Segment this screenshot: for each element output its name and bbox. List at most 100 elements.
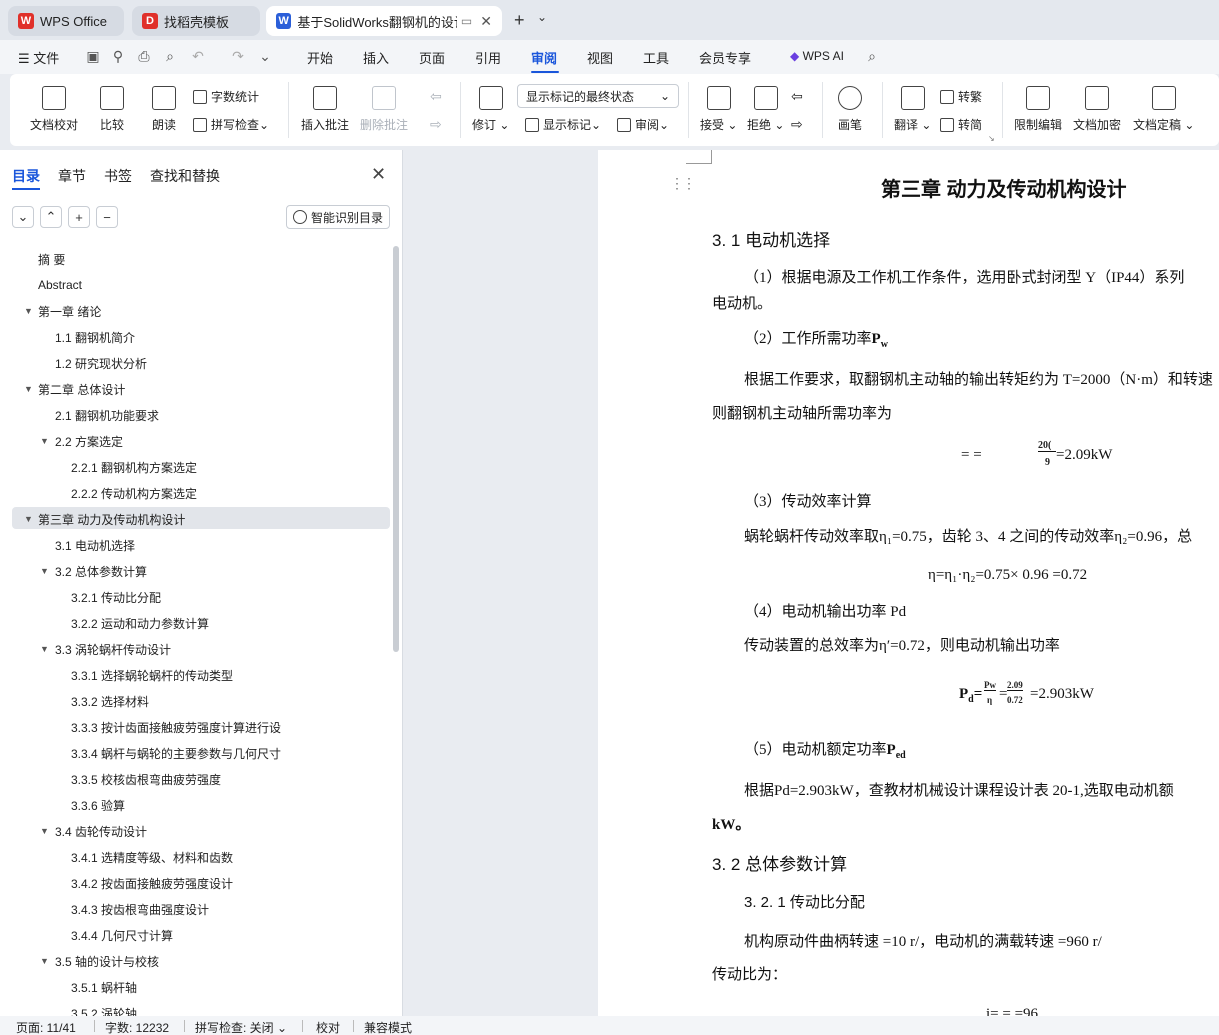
collapse-all-button[interactable]: ⌄ xyxy=(12,206,34,228)
close-panel-icon[interactable]: ✕ xyxy=(371,164,386,185)
toc-item[interactable]: 2.2.1 翻钢机构方案选定 xyxy=(0,456,390,478)
to-simplified-button[interactable]: 转简 xyxy=(940,116,982,133)
redo-icon[interactable]: ↷ xyxy=(230,48,246,64)
menu-member[interactable]: 会员专享 xyxy=(699,48,751,67)
toc-item[interactable]: ▼ 第一章 绪论 xyxy=(0,300,390,322)
next-change-icon[interactable]: ⇨ xyxy=(791,116,803,133)
revise-button[interactable]: 修订 ⌄ xyxy=(472,86,509,133)
toc-item[interactable]: ▼ 3.4 齿轮传动设计 xyxy=(0,820,390,842)
expand-arrow-icon[interactable]: ▼ xyxy=(40,436,49,446)
next-comment-icon[interactable]: ⇨ xyxy=(430,116,442,133)
menu-review[interactable]: 审阅 xyxy=(531,48,557,67)
spell-check-button[interactable]: 拼写检查 ⌄ xyxy=(193,116,269,133)
toc-item[interactable]: 3.3.4 蜗杆与蜗轮的主要参数与几何尺寸 xyxy=(0,742,390,764)
insert-comment-button[interactable]: 插入批注 xyxy=(301,86,349,133)
toc-item[interactable]: ▼ 2.2 方案选定 xyxy=(0,430,390,452)
toc-item[interactable]: 3.2.2 运动和动力参数计算 xyxy=(0,612,390,634)
markup-state-dropdown[interactable]: 显示标记的最终状态 ⌄ xyxy=(517,84,679,108)
toc-item[interactable]: 3.1 电动机选择 xyxy=(0,534,390,556)
toc-item[interactable]: 3.3.6 验算 xyxy=(0,794,390,816)
screen-icon[interactable]: ▭ xyxy=(461,14,472,28)
word-count-indicator[interactable]: 字数: 12232 xyxy=(105,1019,169,1035)
print-icon[interactable]: ⎙ xyxy=(136,48,152,64)
toc-item[interactable]: 3.4.1 选精度等级、材料和齿数 xyxy=(0,846,390,868)
toc-item[interactable]: 1.1 翻钢机简介 xyxy=(0,326,390,348)
chevron-down-icon[interactable]: ⌄ xyxy=(537,10,547,24)
toc-item[interactable]: 摘 要 xyxy=(0,248,390,270)
expand-group-icon[interactable]: ↘ xyxy=(988,134,995,143)
menu-page[interactable]: 页面 xyxy=(419,48,445,67)
wps-ai-button[interactable]: ◆ WPS AI xyxy=(790,49,844,63)
menu-file[interactable]: ☰ 文件 xyxy=(18,48,59,67)
page-indicator[interactable]: 页面: 11/41 xyxy=(16,1019,76,1035)
nav-tab-find-replace[interactable]: 查找和替换 xyxy=(150,166,220,186)
toc-item[interactable]: 1.2 研究现状分析 xyxy=(0,352,390,374)
review-pane-button[interactable]: 审阅 ⌄ xyxy=(617,116,669,133)
prev-change-icon[interactable]: ⇦ xyxy=(791,88,803,105)
tab-wps-office[interactable]: W WPS Office xyxy=(8,6,124,36)
menu-start[interactable]: 开始 xyxy=(307,48,333,67)
toc-item[interactable]: 3.5.1 蜗杆轴 xyxy=(0,976,390,998)
toc-item[interactable]: 3.3.2 选择材料 xyxy=(0,690,390,712)
compare-button[interactable]: 比较 xyxy=(100,86,124,133)
toc-scrollbar[interactable] xyxy=(393,246,399,652)
menu-references[interactable]: 引用 xyxy=(475,48,501,67)
word-count-button[interactable]: 字数统计 xyxy=(193,88,259,105)
undo-icon[interactable]: ↶ xyxy=(190,48,206,64)
translate-button[interactable]: 翻译 ⌄ xyxy=(894,86,931,133)
pen-button[interactable]: 画笔 xyxy=(838,86,862,133)
add-heading-button[interactable]: + xyxy=(68,206,90,228)
nav-tab-toc[interactable]: 目录 xyxy=(12,166,40,186)
delete-comment-button[interactable]: 删除批注 xyxy=(360,86,408,133)
document-page[interactable]: ⋮⋮ 第三章 动力及传动机构设计 3. 1 电动机选择 （1）根据电源及工作机工… xyxy=(598,150,1219,1016)
expand-arrow-icon[interactable]: ▼ xyxy=(40,956,49,966)
expand-arrow-icon[interactable]: ▼ xyxy=(40,826,49,836)
new-tab-icon[interactable]: + xyxy=(514,10,525,31)
menu-tools[interactable]: 工具 xyxy=(643,48,669,67)
toc-item[interactable]: ▼ 第三章 动力及传动机构设计 xyxy=(0,508,390,530)
remove-heading-button[interactable]: − xyxy=(96,206,118,228)
expand-arrow-icon[interactable]: ▼ xyxy=(40,566,49,576)
toc-item[interactable]: 3.2.1 传动比分配 xyxy=(0,586,390,608)
smart-toc-button[interactable]: 智能识别目录 xyxy=(286,205,390,229)
restrict-edit-button[interactable]: 限制编辑 xyxy=(1014,86,1062,133)
nav-tab-bookmarks[interactable]: 书签 xyxy=(104,166,132,186)
toc-item[interactable]: 3.4.4 几何尺寸计算 xyxy=(0,924,390,946)
expand-arrow-icon[interactable]: ▼ xyxy=(24,306,33,316)
menu-insert[interactable]: 插入 xyxy=(363,48,389,67)
encrypt-button[interactable]: 文档加密 xyxy=(1073,86,1121,133)
reject-button[interactable]: 拒绝 ⌄ xyxy=(747,86,784,133)
expand-up-button[interactable]: ⌃ xyxy=(40,206,62,228)
tab-document[interactable]: W 基于SolidWorks翻钢机的设计 ▭ ✕ xyxy=(266,6,502,36)
share-icon[interactable]: ⚲ xyxy=(110,48,126,64)
prev-comment-icon[interactable]: ⇦ xyxy=(430,88,442,105)
toc-item[interactable]: 3.3.5 校核齿根弯曲疲劳强度 xyxy=(0,768,390,790)
toc-item[interactable]: Abstract xyxy=(0,274,390,296)
accept-button[interactable]: 接受 ⌄ xyxy=(700,86,737,133)
toc-item[interactable]: ▼ 3.5 轴的设计与校核 xyxy=(0,950,390,972)
toc-item[interactable]: 3.3.1 选择蜗轮蜗杆的传动类型 xyxy=(0,664,390,686)
toc-item[interactable]: 3.3.3 按计齿面接触疲劳强度计算进行设 xyxy=(0,716,390,738)
tab-docer-templates[interactable]: D 找稻壳模板 xyxy=(132,6,260,36)
expand-arrow-icon[interactable]: ▼ xyxy=(24,514,33,524)
toc-item[interactable]: 3.4.2 按齿面接触疲劳强度设计 xyxy=(0,872,390,894)
expand-arrow-icon[interactable]: ▼ xyxy=(40,644,49,654)
finalize-button[interactable]: 文档定稿 ⌄ xyxy=(1133,86,1194,133)
save-icon[interactable]: ▣ xyxy=(85,48,101,64)
menu-view[interactable]: 视图 xyxy=(587,48,613,67)
doc-proof-button[interactable]: 文档校对 xyxy=(30,86,78,133)
toc-item[interactable]: ▼ 3.2 总体参数计算 xyxy=(0,560,390,582)
toc-item[interactable]: ▼ 3.3 涡轮蜗杆传动设计 xyxy=(0,638,390,660)
expand-arrow-icon[interactable]: ▼ xyxy=(24,384,33,394)
toc-item[interactable]: 2.1 翻钢机功能要求 xyxy=(0,404,390,426)
to-traditional-button[interactable]: 转繁 xyxy=(940,88,982,105)
toc-item[interactable]: ▼ 第二章 总体设计 xyxy=(0,378,390,400)
toc-item[interactable]: 2.2.2 传动机构方案选定 xyxy=(0,482,390,504)
show-markup-button[interactable]: 显示标记 ⌄ xyxy=(525,116,601,133)
close-tab-icon[interactable]: ✕ xyxy=(480,13,492,30)
spell-check-status[interactable]: 拼写检查: 关闭 ⌄ xyxy=(195,1019,287,1035)
nav-tab-sections[interactable]: 章节 xyxy=(58,166,86,186)
toc-item[interactable]: 3.4.3 按齿根弯曲强度设计 xyxy=(0,898,390,920)
chevron-down-icon[interactable]: ⌄ xyxy=(257,48,273,64)
read-aloud-button[interactable]: 朗读 xyxy=(152,86,176,133)
